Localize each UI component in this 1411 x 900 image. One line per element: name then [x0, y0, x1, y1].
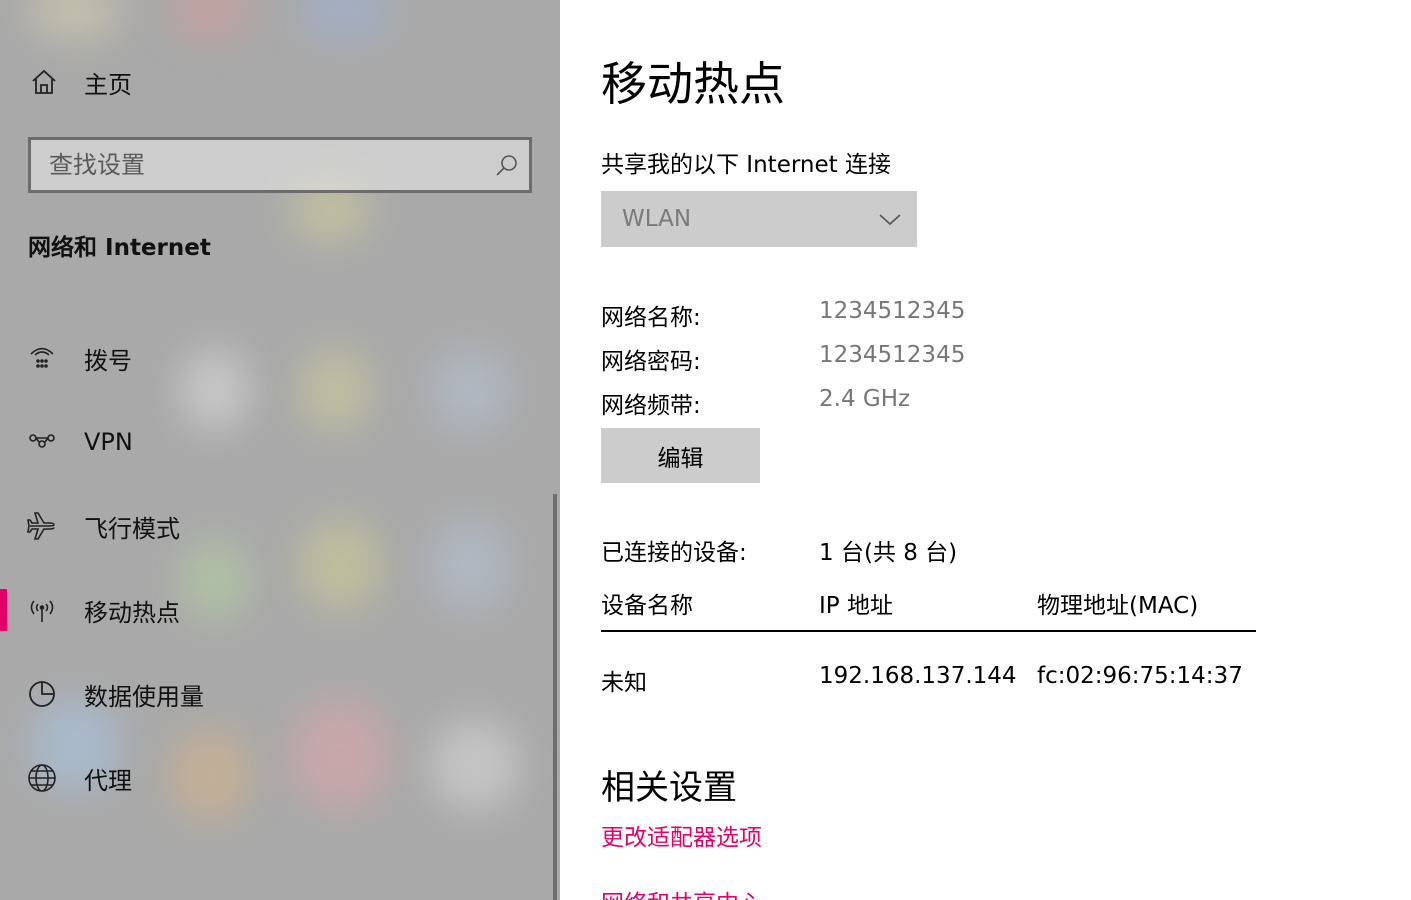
table-cell-mac: fc:02:96:75:14:37 [1037, 663, 1243, 689]
dropdown-value: WLAN [622, 206, 692, 232]
sidebar-item-dialup[interactable]: 拨号 [0, 328, 560, 388]
network-password-label: 网络密码: [601, 349, 701, 375]
network-sharing-center-link[interactable]: 网络和共享中心 [601, 884, 762, 900]
network-password-value: 1234512345 [819, 342, 966, 368]
network-name-label: 网络名称: [601, 305, 701, 331]
sidebar-item-label: 拨号 [84, 346, 132, 375]
sidebar-scrollbar[interactable] [553, 494, 557, 900]
search-box [28, 137, 532, 193]
airplane-icon [26, 510, 58, 542]
chevron-down-icon [877, 207, 903, 235]
sidebar: 主页 网络和 Internet 拨号 [0, 0, 560, 900]
sidebar-item-label: 代理 [84, 766, 132, 795]
sidebar-item-data-usage[interactable]: 数据使用量 [0, 664, 560, 724]
vpn-icon [26, 426, 58, 458]
sidebar-item-label: 数据使用量 [84, 682, 204, 711]
table-cell-ip: 192.168.137.144 [819, 663, 1017, 689]
network-band-value: 2.4 GHz [819, 386, 911, 412]
sidebar-item-proxy[interactable]: 代理 [0, 748, 560, 808]
share-connection-label: 共享我的以下 Internet 连接 [601, 152, 891, 178]
network-band-label: 网络频带: [601, 393, 701, 419]
sidebar-item-label: VPN [84, 428, 133, 456]
sidebar-item-mobile-hotspot[interactable]: 移动热点 [0, 580, 560, 640]
globe-icon [26, 762, 58, 794]
search-input[interactable] [31, 140, 485, 190]
main-content: 移动热点 共享我的以下 Internet 连接 WLAN 网络名称: 12345… [560, 0, 1411, 900]
connected-devices-count: 1 台(共 8 台) [819, 540, 958, 566]
home-label: 主页 [84, 70, 132, 99]
sidebar-item-vpn[interactable]: VPN [0, 412, 560, 472]
page-title: 移动热点 [601, 57, 785, 111]
table-header-mac: 物理地址(MAC) [1037, 593, 1199, 619]
network-name-value: 1234512345 [819, 298, 966, 324]
table-header-device-name: 设备名称 [601, 593, 693, 619]
section-title: 网络和 Internet [28, 235, 211, 261]
table-header-divider [601, 630, 1256, 632]
search-icon[interactable] [485, 140, 529, 190]
mobile-hotspot-icon [26, 594, 58, 626]
share-connection-dropdown[interactable]: WLAN [601, 191, 917, 247]
connected-devices-label: 已连接的设备: [601, 540, 747, 566]
change-adapter-options-link[interactable]: 更改适配器选项 [601, 818, 762, 852]
table-header-ip: IP 地址 [819, 593, 893, 619]
data-usage-icon [26, 678, 58, 710]
sidebar-item-label: 移动热点 [84, 598, 180, 627]
table-cell-device-name: 未知 [601, 670, 647, 696]
related-settings-title: 相关设置 [601, 768, 737, 808]
selected-indicator [0, 589, 7, 631]
home-icon [28, 66, 60, 98]
edit-button[interactable]: 编辑 [601, 428, 760, 483]
home-nav[interactable]: 主页 [28, 62, 132, 102]
dialup-icon [26, 342, 58, 374]
sidebar-item-airplane-mode[interactable]: 飞行模式 [0, 496, 560, 556]
sidebar-item-label: 飞行模式 [84, 514, 180, 543]
